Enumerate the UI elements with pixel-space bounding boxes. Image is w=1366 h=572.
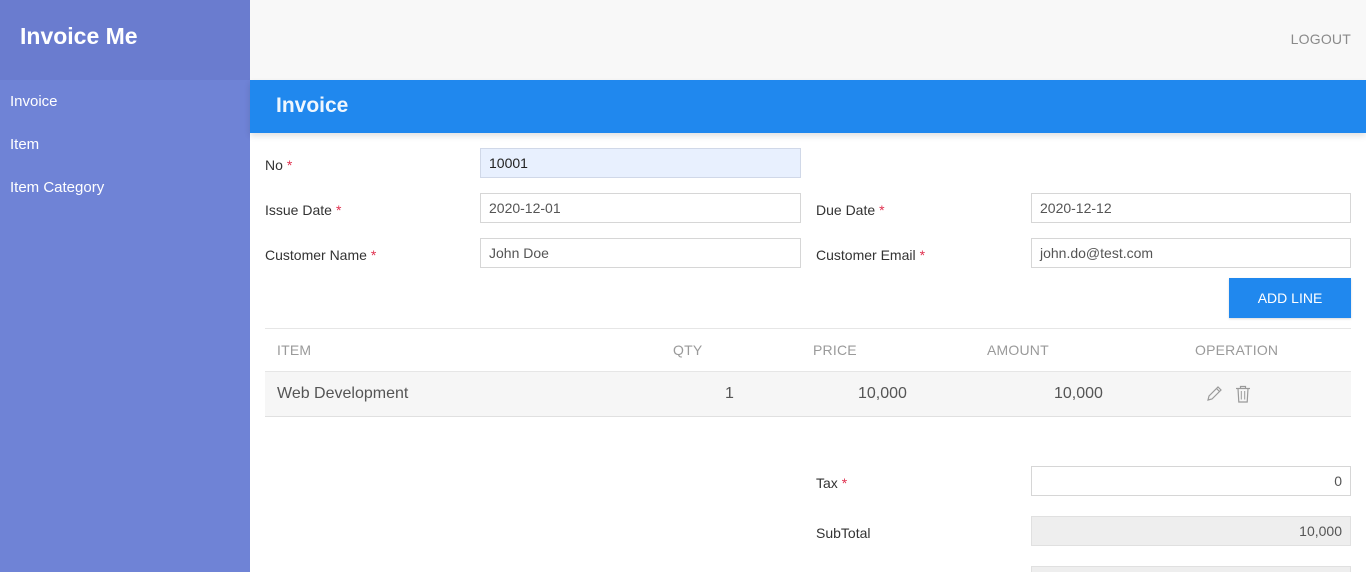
sidebar-item-item[interactable]: Item bbox=[0, 123, 250, 166]
customer-name-field[interactable]: John Doe bbox=[480, 238, 801, 268]
sidebar-item-item-category[interactable]: Item Category bbox=[0, 166, 250, 209]
required-marker: * bbox=[919, 247, 926, 263]
due-date-label-text: Due Date bbox=[816, 202, 876, 218]
due-date-label: Due Date * bbox=[816, 202, 885, 218]
issue-date-label: Issue Date * bbox=[265, 202, 341, 218]
required-marker: * bbox=[286, 157, 293, 173]
col-amount-header: AMOUNT bbox=[987, 342, 1049, 358]
tax-field[interactable]: 0 bbox=[1031, 466, 1351, 496]
tax-label: Tax * bbox=[816, 475, 847, 491]
col-price-header: PRICE bbox=[813, 342, 857, 358]
sidebar-nav: Invoice Item Item Category bbox=[0, 80, 250, 209]
trash-icon[interactable] bbox=[1233, 384, 1253, 404]
pencil-icon[interactable] bbox=[1204, 384, 1224, 404]
customer-email-field[interactable]: john.do@test.com bbox=[1031, 238, 1351, 268]
required-marker: * bbox=[841, 475, 848, 491]
tax-label-text: Tax bbox=[816, 475, 838, 491]
cell-price: 10,000 bbox=[858, 385, 907, 402]
col-item-header: ITEM bbox=[277, 342, 312, 358]
logout-button[interactable]: LOGOUT bbox=[1291, 31, 1351, 47]
sidebar-item-invoice[interactable]: Invoice bbox=[0, 80, 250, 123]
required-marker: * bbox=[370, 247, 377, 263]
table-header: ITEM QTY PRICE AMOUNT OPERATION bbox=[265, 329, 1351, 371]
topbar: LOGOUT bbox=[250, 0, 1366, 80]
page-title: Invoice bbox=[276, 94, 349, 117]
no-label: No * bbox=[265, 157, 292, 173]
col-qty-header: QTY bbox=[673, 342, 703, 358]
cell-qty: 1 bbox=[725, 385, 734, 402]
customer-name-label-text: Customer Name bbox=[265, 247, 367, 263]
next-total-field bbox=[1031, 566, 1351, 572]
no-field[interactable]: 10001 bbox=[480, 148, 801, 178]
issue-date-field[interactable]: 2020-12-01 bbox=[480, 193, 801, 223]
page-header: Invoice bbox=[250, 80, 1366, 133]
subtotal-label: SubTotal bbox=[816, 525, 871, 541]
add-line-button[interactable]: ADD LINE bbox=[1229, 278, 1351, 318]
table-row: Web Development 1 10,000 10,000 bbox=[265, 371, 1351, 417]
subtotal-field: 10,000 bbox=[1031, 516, 1351, 546]
line-items-table: ITEM QTY PRICE AMOUNT OPERATION Web Deve… bbox=[265, 328, 1351, 417]
required-marker: * bbox=[879, 202, 885, 218]
cell-amount: 10,000 bbox=[1054, 385, 1103, 402]
col-operation-header: OPERATION bbox=[1195, 342, 1279, 358]
no-label-text: No bbox=[265, 157, 283, 173]
cell-item: Web Development bbox=[277, 385, 409, 402]
required-marker: * bbox=[335, 202, 342, 218]
customer-email-label: Customer Email * bbox=[816, 247, 925, 263]
brand-logo: Invoice Me bbox=[0, 0, 250, 80]
sidebar: Invoice Me Invoice Item Item Category bbox=[0, 0, 250, 572]
customer-name-label: Customer Name * bbox=[265, 247, 376, 263]
issue-date-label-text: Issue Date bbox=[265, 202, 332, 218]
customer-email-label-text: Customer Email bbox=[816, 247, 916, 263]
due-date-field[interactable]: 2020-12-12 bbox=[1031, 193, 1351, 223]
